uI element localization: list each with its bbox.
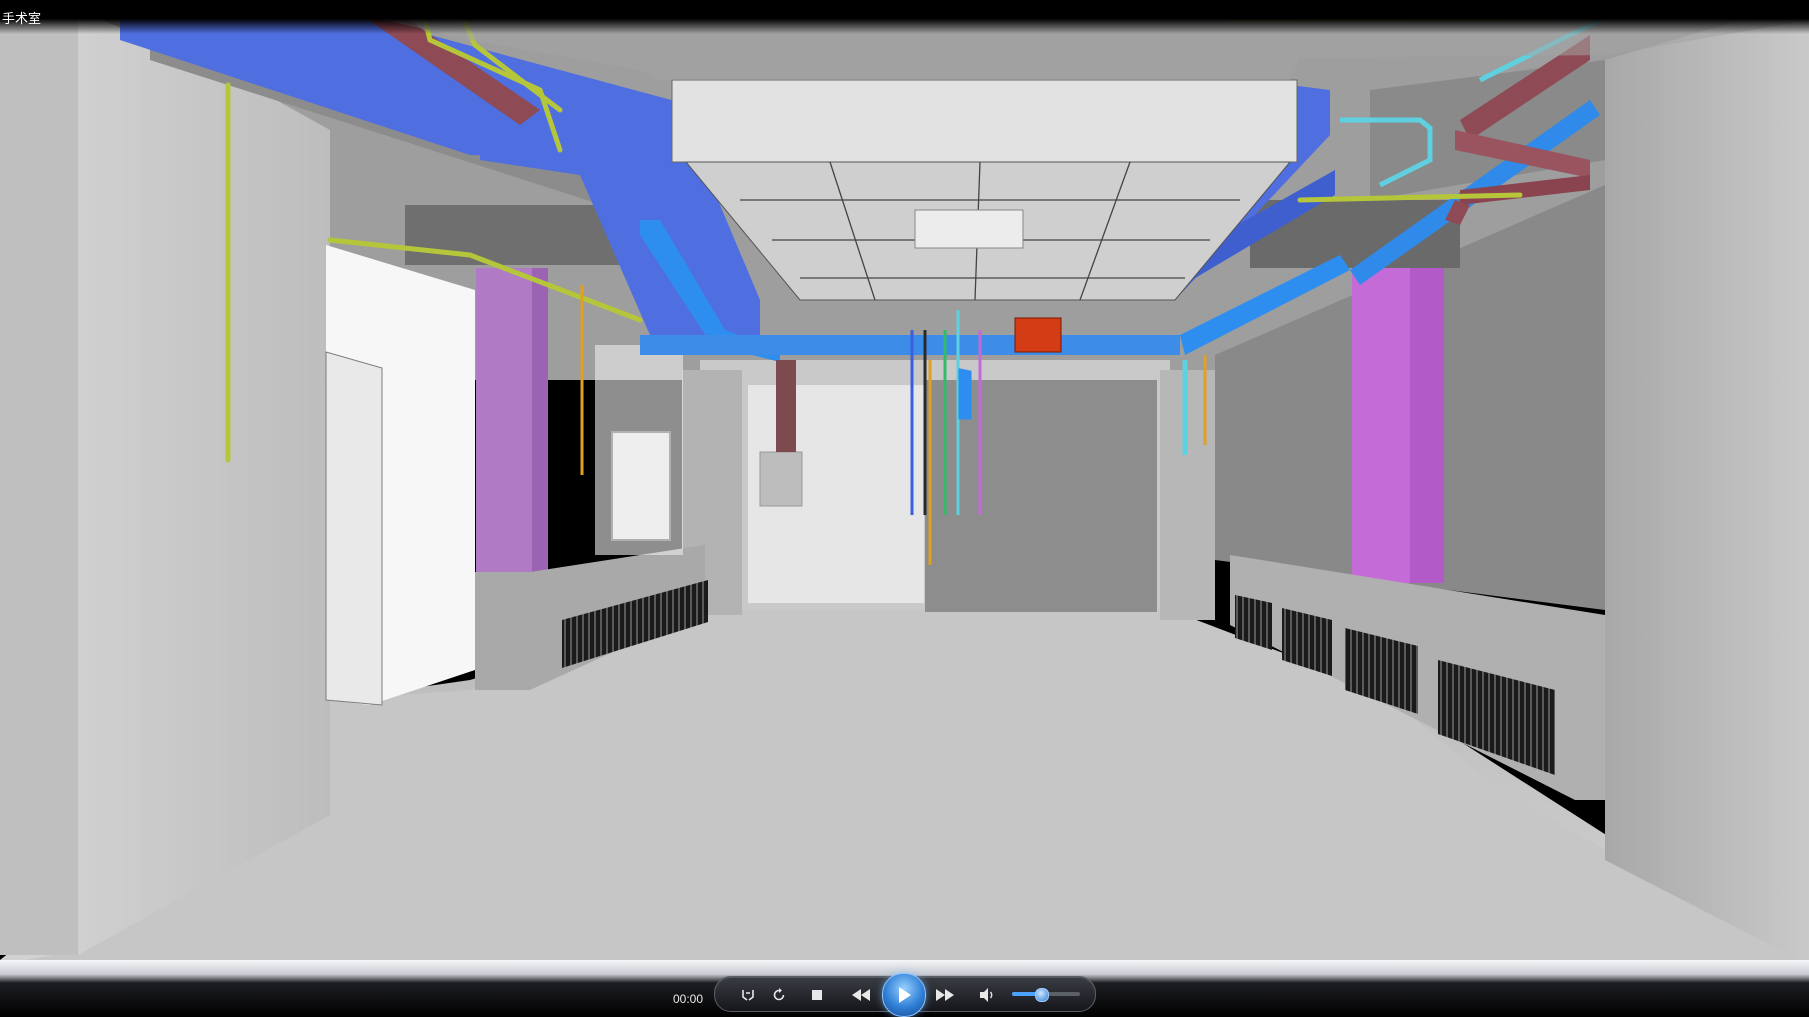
blue-duct-mid (640, 335, 1180, 355)
volume-slider-thumb[interactable] (1034, 988, 1049, 1002)
left-window-wall (595, 345, 683, 555)
media-player-window: 手术室 00:00 (0, 0, 1809, 1017)
window-title: 手术室 (2, 12, 42, 27)
title-bar: 手术室 (0, 0, 1809, 34)
right-wall-face (1605, 0, 1809, 965)
return-duct-vertical (776, 360, 796, 452)
fast-forward-icon[interactable] (932, 984, 958, 1006)
playback-control-bar: 00:00 (0, 960, 1809, 1017)
volume-icon[interactable] (976, 984, 998, 1006)
video-frame-bim-operating-room (0, 0, 1809, 965)
time-display: 00:00 (672, 992, 704, 1006)
red-equipment-box (1014, 317, 1062, 353)
switch-view-icon[interactable] (737, 984, 759, 1006)
wall-panel-box (759, 451, 803, 507)
rewind-icon[interactable] (848, 984, 874, 1006)
repeat-icon[interactable] (768, 984, 790, 1006)
left-door (325, 351, 383, 706)
left-wall-front (0, 0, 78, 955)
laminar-flow-box-top (671, 79, 1298, 163)
right-purple-column-side (1410, 238, 1444, 583)
left-purple-column-side (532, 268, 548, 573)
volume-slider[interactable] (1012, 988, 1080, 1002)
left-wall-face (78, 10, 330, 955)
laminar-flow-center-panel (914, 209, 1024, 249)
play-icon[interactable] (882, 973, 926, 1017)
stop-icon[interactable] (806, 984, 828, 1006)
